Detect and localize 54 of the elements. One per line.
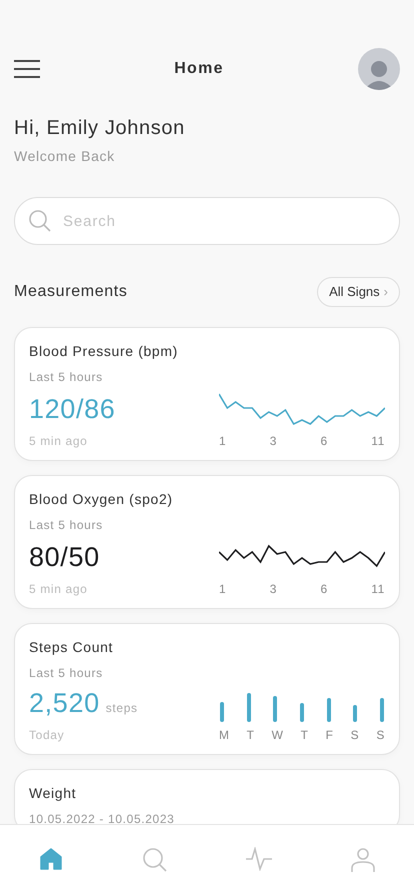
search-field[interactable]: Search xyxy=(14,197,400,245)
bar-drawing xyxy=(380,698,384,722)
axis-label: M xyxy=(219,727,230,744)
card-period: Last 5 hours xyxy=(29,369,104,386)
bar-drawing xyxy=(353,705,358,722)
bar-drawing xyxy=(220,702,224,722)
axis-label: T xyxy=(246,727,255,744)
axis-label: 11 xyxy=(371,433,385,450)
axis-label: 3 xyxy=(270,433,278,450)
measurement-card[interactable]: Weight 10.05.2022 - 10.05.2023 xyxy=(14,769,400,824)
measurement-card[interactable]: Blood Pressure (bpm) Last 5 hours 120/86 5 min ago 1 3 6 11 xyxy=(14,327,400,462)
bar-drawing xyxy=(326,698,331,722)
axis-label: T xyxy=(300,727,309,744)
greeting-subtitle: Welcome Back xyxy=(14,147,116,166)
home-icon[interactable] xyxy=(39,847,64,871)
menu-icon[interactable] xyxy=(14,59,40,79)
axis-label: W xyxy=(272,727,284,744)
axis-label: F xyxy=(326,727,334,744)
axis-label: 6 xyxy=(320,581,328,598)
measurement-card[interactable]: Blood Oxygen (spo2) Last 5 hours 80/50 5 min ago 1 3 6 11 xyxy=(14,475,400,610)
axis-label: 3 xyxy=(270,581,278,598)
card-footer: 5 min ago xyxy=(29,432,116,450)
axis-label: 1 xyxy=(219,433,226,450)
bar-drawing xyxy=(273,696,278,722)
measurement-card[interactable]: Steps Count Last 5 hours 2,520 steps Today M T W T F S S xyxy=(14,623,400,756)
person-icon[interactable] xyxy=(350,847,375,873)
card-footer: Today xyxy=(29,726,138,744)
all-signs-button[interactable]: All Signs › xyxy=(317,277,400,308)
card-footer: 5 min ago xyxy=(29,580,100,598)
axis-label: S xyxy=(350,727,360,744)
card-period: Last 5 hours xyxy=(29,665,104,682)
measurement-value: 80/50 xyxy=(29,542,100,572)
card-title: Steps Count xyxy=(29,638,114,658)
greeting-title: Hi, Emily Johnson xyxy=(14,116,186,140)
axis-label: 11 xyxy=(371,581,385,598)
card-period: Last 5 hours xyxy=(29,517,104,534)
page-title: Home xyxy=(174,59,224,79)
bar-drawing xyxy=(246,693,251,722)
avatar-icon[interactable] xyxy=(358,48,400,90)
search-icon[interactable] xyxy=(142,847,168,873)
card-title: Blood Pressure (bpm) xyxy=(29,342,179,362)
bar-drawing xyxy=(300,703,304,722)
axis-label: 1 xyxy=(219,581,226,598)
measurement-value: 120/86 xyxy=(29,394,116,424)
unit-label: steps xyxy=(106,701,138,716)
measurement-value: 2,520 xyxy=(29,688,100,718)
pulse-icon[interactable] xyxy=(246,847,272,871)
axis-label: S xyxy=(376,727,385,744)
card-title: Weight xyxy=(29,784,78,804)
axis-label: 6 xyxy=(320,433,328,450)
search-icon xyxy=(28,209,52,233)
card-title: Blood Oxygen (spo2) xyxy=(29,490,174,510)
section-title: Measurements xyxy=(14,282,128,302)
card-period: 10.05.2022 - 10.05.2023 xyxy=(29,811,176,824)
